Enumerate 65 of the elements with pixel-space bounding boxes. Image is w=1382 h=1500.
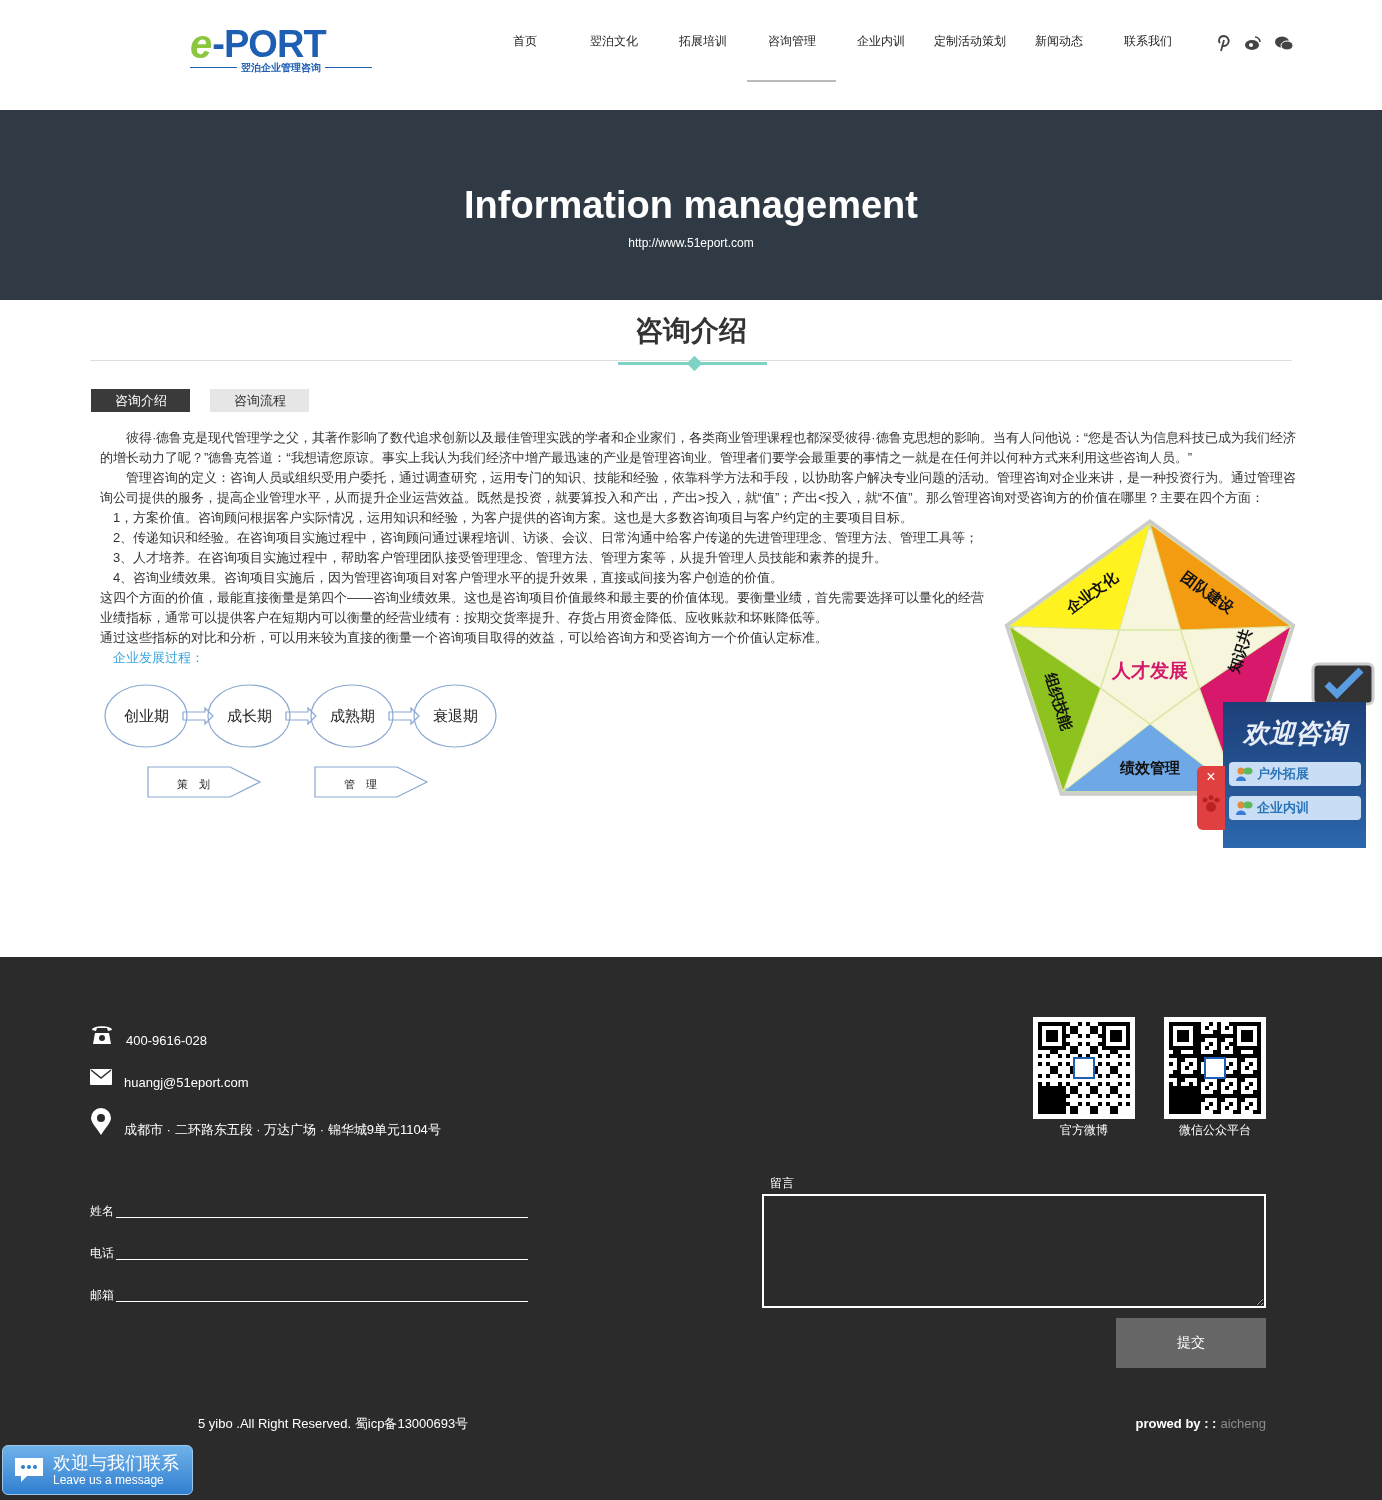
chat-title: 欢迎与我们联系 xyxy=(53,1454,179,1472)
qr-caption: 微信公众平台 xyxy=(1179,1122,1251,1139)
pinterest-icon[interactable] xyxy=(1216,34,1232,52)
segment-label: 企业文化 xyxy=(1062,567,1122,617)
mail-icon xyxy=(90,1069,112,1086)
chat-bubble-icon xyxy=(13,1456,45,1484)
phase-arrow: 管 理 xyxy=(314,766,429,798)
paragraph: 彼得·德鲁克是现代管理学之父，其著作影响了数代追求创新以及最佳管理实践的学者和企业家们，各类商业管理课程也都深受彼得·德鲁克思想的影响。当有人问他说：“您是否认为信息科技已成为我们经济的增长动力了呢？”德鲁克答道：“我想请您原谅。事实上我认为我们经济中增产最迅速的产业是管理咨询业。管理者们要学会最重要的事情之一就是在任何并以何种方式来利用这些咨询人员。” xyxy=(100,429,1297,467)
stage-ellipse: 成熟期 xyxy=(310,684,394,748)
paragraph: 1，方案价值。咨询顾问根据客户实际情况，运用知识和经验，为客户提供的咨询方案。这也是大多数咨询项目与客户约定的主要项目目标。 xyxy=(112,509,915,527)
email-address: huangj@51eport.com xyxy=(124,1073,249,1092)
banner-title: Information management xyxy=(464,183,918,228)
wechat-icon[interactable] xyxy=(1274,35,1294,51)
section-title: 咨询介绍 xyxy=(634,314,748,348)
nav-link[interactable]: 联系我们 xyxy=(1103,0,1192,82)
paragraph: 这四个方面的价值，最能直接衡量是第四个——咨询业绩效果。这也是咨询项目价值最终和最主要的价值体现。要衡量业绩，首先需要选择可以量化的经营业绩指标，通常可以提供客户在短期内可以衡量的经营业绩有：按期交货率提升、存货占用资金降低、应收账款和坏账降低等。 xyxy=(100,589,985,627)
phone-number: 400-9616-028 xyxy=(126,1032,207,1050)
segment-label: 绩效管理 xyxy=(1120,759,1180,777)
message-label: 留言 xyxy=(770,1175,795,1190)
consult-link[interactable]: 企业内训 xyxy=(1228,796,1361,820)
arrow-icon xyxy=(285,706,317,726)
submit-button[interactable]: 提交 xyxy=(1116,1317,1266,1368)
center-label: 人才发展 xyxy=(1112,660,1188,681)
people-chat-icon xyxy=(1234,766,1253,782)
segment-label: 组织技能 xyxy=(1041,670,1077,733)
copyright-text: 5 yibo .All Right Reserved. 蜀icp备13000693号 xyxy=(198,1414,469,1433)
nav-link[interactable]: 企业内训 xyxy=(836,0,925,82)
arrow-icon xyxy=(182,706,214,726)
nav-link[interactable]: 新闻动态 xyxy=(1014,0,1103,82)
weibo-icon[interactable] xyxy=(1244,35,1262,51)
tab[interactable]: 咨询流程 xyxy=(210,389,309,412)
location-pin-icon xyxy=(90,1107,112,1136)
stage-ellipse: 成长期 xyxy=(207,684,291,748)
people-chat-icon xyxy=(1234,800,1253,816)
paragraph: 管理咨询的定义：咨询人员或组织受用户委托，通过调查研究，运用专门的知识、技能和经验，依靠科学方法和手段，以协助客户解决专业问题的活动。管理咨询对企业来讲，是一种投资行为。通过管理咨询公司提供的服务，提高企业管理水平，从而提升企业运营效益。既然是投资，就要算投入和产出，产出>投入，就“值”；产出<投入，就“不值”。那么管理咨询对受咨询方的价值在哪里？主要在四个方面： xyxy=(100,469,1297,507)
nav-link[interactable]: 定制活动策划 xyxy=(925,0,1014,82)
arrow-icon xyxy=(388,706,420,726)
nav-link[interactable]: 咨询管理 xyxy=(747,0,836,82)
powered-by-label: prowed by : : xyxy=(1135,1414,1217,1433)
powered-by-link[interactable]: aicheng xyxy=(1220,1413,1266,1433)
banner-url: http://www.51eport.com xyxy=(628,235,754,252)
field-label: 邮箱 xyxy=(90,1287,114,1302)
nav-link[interactable]: 首页 xyxy=(480,0,569,82)
qr-caption: 官方微博 xyxy=(1060,1122,1108,1139)
nav-link[interactable]: 翌泊文化 xyxy=(569,0,658,82)
stage-ellipse: 创业期 xyxy=(104,684,188,748)
paragraph: 3、人才培养。在咨询项目实施过程中，帮助客户管理团队接受管理理念、管理方法、管理方案等，从提升管理人员技能和素养的提升。 xyxy=(112,549,889,567)
field-label: 电话 xyxy=(90,1245,114,1260)
paragraph: 通过这些指标的对比和分析，可以用来较为直接的衡量一个咨询项目取得的效益，可以给咨询方和受咨询方一个价值认定标准。 xyxy=(100,629,829,647)
paragraph: 4、咨询业绩效果。咨询项目实施后，因为管理咨询项目对客户管理水平的提升效果，直接或间接为客户创造的价值。 xyxy=(112,569,785,587)
phase-arrow: 策 划 xyxy=(147,766,262,798)
field-label: 姓名 xyxy=(90,1203,114,1218)
consult-link[interactable]: 户外拓展 xyxy=(1228,762,1361,786)
paw-icon xyxy=(1201,794,1221,814)
nav-link[interactable]: 拓展培训 xyxy=(658,0,747,82)
segment-label: 知识共 xyxy=(1224,626,1255,675)
segment-label: 团队建设 xyxy=(1178,567,1238,617)
logo[interactable]: e-PORT 翌泊企业管理咨询 xyxy=(190,28,372,75)
message-field[interactable] xyxy=(762,1193,1266,1308)
tab[interactable]: 咨询介绍 xyxy=(91,389,190,412)
paragraph: 2、传递知识和经验。在咨询项目实施过程中，咨询顾问通过课程培训、访谈、会议、日常沟通中给客户传递的先进管理理念、管理方法、管理工具等； xyxy=(112,529,980,547)
chat-subtitle: Leave us a message xyxy=(53,1474,164,1486)
stage-ellipse: 衰退期 xyxy=(413,684,497,748)
close-button[interactable]: × xyxy=(1206,768,1216,786)
address: 成都市 · 二环路东五段 · 万达广场 · 锦华城9单元1104号 xyxy=(124,1121,441,1139)
